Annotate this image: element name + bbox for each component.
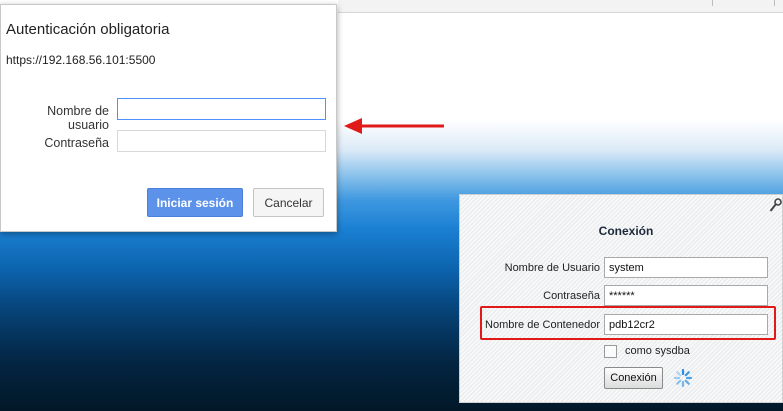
panel-title: Conexión: [598, 224, 654, 238]
cancel-button[interactable]: Cancelar: [253, 188, 324, 217]
connect-button[interactable]: Conexión: [604, 367, 663, 389]
wrench-icon[interactable]: [769, 198, 782, 213]
sysdba-label: como sysdba: [625, 345, 690, 357]
username-input[interactable]: [117, 98, 326, 120]
page-header-band: [338, 13, 783, 120]
password-input[interactable]: [117, 130, 326, 152]
container-highlight: [480, 306, 776, 340]
dialog-title: Autenticación obligatoria: [6, 21, 170, 38]
username-label: Nombre de usuario: [47, 104, 109, 132]
panel-username-input[interactable]: [604, 257, 768, 278]
login-button[interactable]: Iniciar sesión: [147, 188, 243, 217]
strip-divider: [712, 0, 713, 6]
panel-username-label: Nombre de Usuario: [504, 262, 600, 274]
dialog-url: https://192.168.56.101:5500: [6, 53, 156, 67]
panel-password-input[interactable]: [604, 285, 768, 306]
top-strip: [338, 0, 783, 13]
password-label: Contraseña: [44, 136, 109, 150]
loading-spinner-icon: [673, 368, 693, 388]
strip-divider: [774, 0, 775, 6]
sysdba-checkbox[interactable]: [604, 345, 617, 358]
red-arrow-icon: [344, 118, 444, 134]
panel-password-label: Contraseña: [543, 290, 600, 302]
auth-dialog: Autenticación obligatoria https://192.16…: [0, 4, 337, 232]
